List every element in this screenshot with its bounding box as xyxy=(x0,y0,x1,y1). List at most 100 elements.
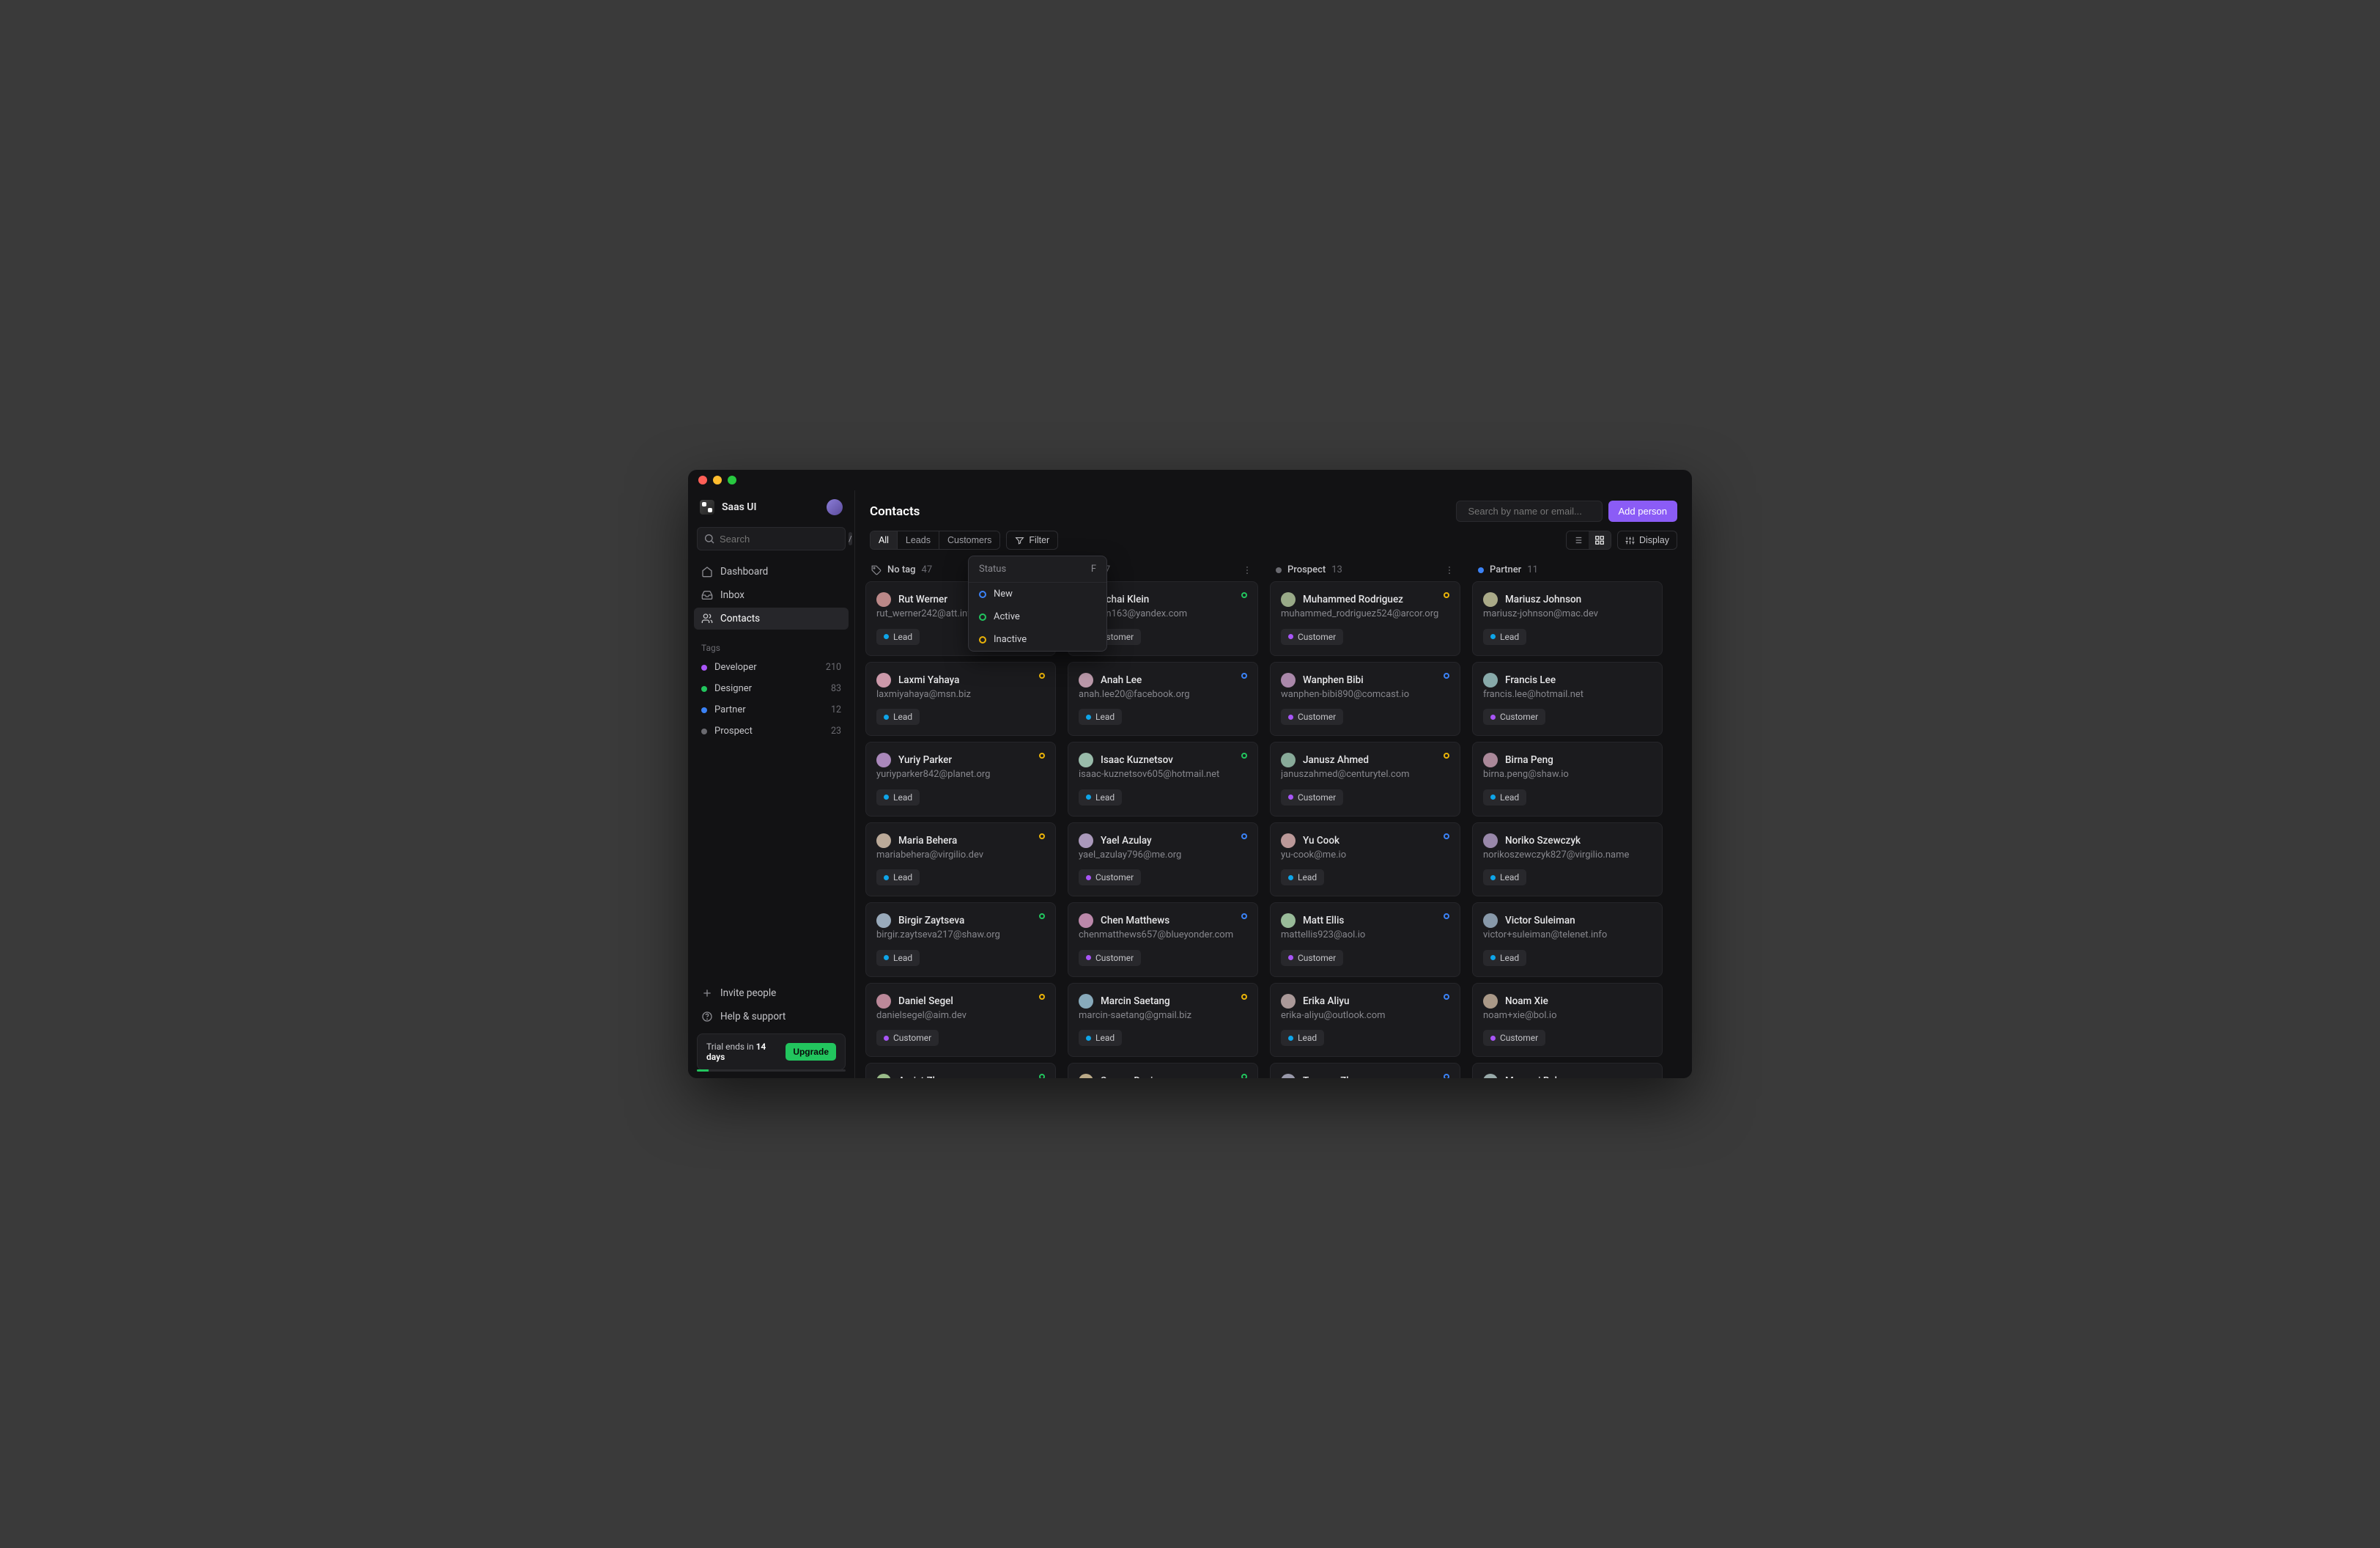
filter-icon xyxy=(1015,536,1024,545)
nav-item-contacts[interactable]: Contacts xyxy=(694,608,849,630)
card-tag-label: Lead xyxy=(1298,872,1317,882)
contact-card[interactable]: Amiyt Zhu xyxy=(865,1063,1056,1078)
card-name: Francis Lee xyxy=(1505,674,1556,686)
card-tag: Lead xyxy=(1079,1030,1122,1046)
card-avatar xyxy=(1281,833,1296,848)
tag-item-partner[interactable]: Partner 12 xyxy=(694,700,849,720)
contact-card[interactable]: Muhammed Rodriguez muhammed_rodriguez524… xyxy=(1270,581,1460,656)
card-tag-label: Customer xyxy=(1500,1033,1538,1043)
card-avatar xyxy=(1079,1074,1093,1078)
filter-button[interactable]: Filter xyxy=(1006,531,1058,550)
status-ring-icon xyxy=(979,636,986,644)
contact-card[interactable]: Isaac Kuznetsov isaac-kuznetsov605@hotma… xyxy=(1068,742,1258,817)
popover-item-active[interactable]: Active xyxy=(969,605,1106,628)
contact-card[interactable]: Birna Peng birna.peng@shaw.io Lead xyxy=(1472,742,1663,817)
help-support-link[interactable]: Help & support xyxy=(694,1006,849,1028)
contacts-search[interactable] xyxy=(1456,501,1603,522)
tag-icon xyxy=(871,565,882,575)
contact-card[interactable]: Francis Lee francis.lee@hotmail.net Cust… xyxy=(1472,662,1663,737)
contact-card[interactable]: Yael Azulay yael_azulay796@me.org Custom… xyxy=(1068,822,1258,897)
nav-item-dashboard[interactable]: Dashboard xyxy=(694,561,849,583)
tag-item-developer[interactable]: Developer 210 xyxy=(694,657,849,677)
column-menu-button[interactable] xyxy=(1242,565,1252,575)
card-name: Noam Xie xyxy=(1505,995,1548,1007)
card-name: Amiyt Zhu xyxy=(898,1075,944,1078)
upgrade-button[interactable]: Upgrade xyxy=(786,1043,836,1061)
card-tag-label: Customer xyxy=(1298,953,1336,963)
card-tag-dot-icon xyxy=(1288,795,1293,800)
tag-count: 210 xyxy=(826,662,841,673)
segment-all[interactable]: All xyxy=(871,531,898,549)
contact-card[interactable]: Noriko Szewczyk norikoszewczyk827@virgil… xyxy=(1472,822,1663,897)
contact-card[interactable]: Daniel Segel danielsegel@aim.dev Custome… xyxy=(865,983,1056,1058)
contact-card[interactable]: Noam Xie noam+xie@bol.io Customer xyxy=(1472,983,1663,1058)
trial-progress-fill xyxy=(697,1069,709,1072)
contact-card[interactable]: Yuriy Parker yuriyparker842@planet.org L… xyxy=(865,742,1056,817)
contact-card[interactable]: Laxmi Yahaya laxmiyahaya@msn.biz Lead xyxy=(865,662,1056,737)
tag-item-prospect[interactable]: Prospect 23 xyxy=(694,721,849,741)
card-name: Masami Baker xyxy=(1505,1075,1569,1078)
contact-card[interactable]: Maria Behera mariabehera@virgilio.dev Le… xyxy=(865,822,1056,897)
display-button[interactable]: Display xyxy=(1617,531,1677,550)
card-tag: Lead xyxy=(1483,629,1526,645)
close-window-button[interactable] xyxy=(698,476,707,484)
contact-card[interactable]: Yu Cook yu-cook@me.io Lead xyxy=(1270,822,1460,897)
board-view-button[interactable] xyxy=(1589,531,1611,549)
segment-leads[interactable]: Leads xyxy=(898,531,939,549)
invite-people-link[interactable]: Invite people xyxy=(694,982,849,1004)
card-name: Yu Cook xyxy=(1303,835,1339,847)
card-email: birgir.zaytseva217@shaw.org xyxy=(876,929,1045,940)
list-view-button[interactable] xyxy=(1567,531,1589,549)
card-avatar xyxy=(1483,913,1498,928)
brand[interactable]: Saas UI xyxy=(700,500,756,515)
minimize-window-button[interactable] xyxy=(713,476,722,484)
card-name: Noriko Szewczyk xyxy=(1505,835,1581,847)
sidebar-search-input[interactable] xyxy=(720,534,849,545)
contacts-search-input[interactable] xyxy=(1468,506,1597,517)
segment-customers[interactable]: Customers xyxy=(939,531,999,549)
contact-card[interactable]: Saman Devi xyxy=(1068,1063,1258,1078)
plus-icon xyxy=(701,987,713,999)
maximize-window-button[interactable] xyxy=(728,476,736,484)
contact-card[interactable]: Erika Aliyu erika-aliyu@outlook.com Lead xyxy=(1270,983,1460,1058)
contact-card[interactable]: Birgir Zaytseva birgir.zaytseva217@shaw.… xyxy=(865,902,1056,977)
column-menu-button[interactable] xyxy=(1444,565,1455,575)
column-header: Partner 11 xyxy=(1471,559,1664,581)
nav-item-label: Contacts xyxy=(720,613,760,624)
card-avatar xyxy=(1483,994,1498,1009)
sliders-icon xyxy=(1625,536,1635,545)
card-avatar xyxy=(876,913,891,928)
contact-card[interactable]: Janusz Ahmed januszahmed@centurytel.com … xyxy=(1270,742,1460,817)
contact-card[interactable]: Masami Baker xyxy=(1472,1063,1663,1078)
add-person-button[interactable]: Add person xyxy=(1608,501,1678,522)
card-name: Laxmi Yahaya xyxy=(898,674,959,686)
toolbar: AllLeadsCustomers Filter xyxy=(855,531,1692,559)
contact-card[interactable]: Mariusz Johnson mariusz-johnson@mac.dev … xyxy=(1472,581,1663,656)
popover-item-inactive[interactable]: Inactive xyxy=(969,628,1106,651)
column-body: nchai Klein ai+klein163@yandex.com Custo… xyxy=(1066,581,1260,1078)
sidebar-search[interactable]: / xyxy=(697,527,846,550)
contact-card[interactable]: Matt Ellis mattellis923@aol.io Customer xyxy=(1270,902,1460,977)
card-email: mariusz-johnson@mac.dev xyxy=(1483,608,1652,619)
brand-logo-icon xyxy=(700,500,714,515)
contact-card[interactable]: Chen Matthews chenmatthews657@blueyonder… xyxy=(1068,902,1258,977)
contact-card[interactable]: Anah Lee anah.lee20@facebook.org Lead xyxy=(1068,662,1258,737)
popover-item-new[interactable]: New xyxy=(969,583,1106,605)
card-email: francis.lee@hotmail.net xyxy=(1483,689,1652,700)
card-tag-dot-icon xyxy=(1288,955,1293,960)
contact-card[interactable]: Tomasz Zhu xyxy=(1270,1063,1460,1078)
contact-card[interactable]: Victor Suleiman victor+suleiman@telenet.… xyxy=(1472,902,1663,977)
card-avatar xyxy=(876,994,891,1009)
status-indicator-icon xyxy=(1039,753,1045,759)
card-name: Birna Peng xyxy=(1505,754,1553,766)
help-icon xyxy=(701,1011,713,1022)
contact-card[interactable]: Marcin Saetang marcin-saetang@gmail.biz … xyxy=(1068,983,1258,1058)
contact-card[interactable]: Wanphen Bibi wanphen-bibi890@comcast.io … xyxy=(1270,662,1460,737)
list-icon xyxy=(1572,535,1583,545)
tag-item-designer[interactable]: Designer 83 xyxy=(694,679,849,699)
user-avatar[interactable] xyxy=(827,499,843,515)
card-email: anah.lee20@facebook.org xyxy=(1079,689,1247,700)
card-tag-label: Lead xyxy=(1298,1033,1317,1043)
card-avatar xyxy=(1281,592,1296,607)
nav-item-inbox[interactable]: Inbox xyxy=(694,584,849,606)
